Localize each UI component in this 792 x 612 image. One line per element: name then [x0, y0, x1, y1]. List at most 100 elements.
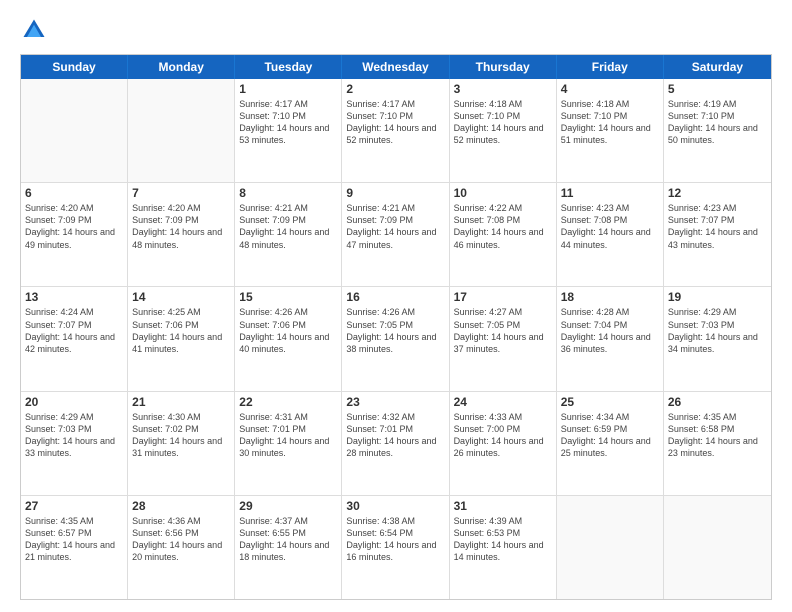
calendar-cell-day-28: 28Sunrise: 4:36 AM Sunset: 6:56 PM Dayli… — [128, 496, 235, 599]
cell-info: Sunrise: 4:32 AM Sunset: 7:01 PM Dayligh… — [346, 411, 444, 460]
day-number: 12 — [668, 186, 767, 200]
cell-info: Sunrise: 4:26 AM Sunset: 7:06 PM Dayligh… — [239, 306, 337, 355]
calendar-row-5: 27Sunrise: 4:35 AM Sunset: 6:57 PM Dayli… — [21, 495, 771, 599]
cell-info: Sunrise: 4:21 AM Sunset: 7:09 PM Dayligh… — [239, 202, 337, 251]
day-number: 25 — [561, 395, 659, 409]
calendar-cell-day-30: 30 Sunrise: 4:38 AM Sunset: 6:54 PM Dayli… — [342, 496, 449, 599]
calendar-cell-day-18: 18 Sunrise: 4:28 AM Sunset: 7:04 PM Dayli… — [557, 287, 664, 390]
day-number: 20 — [25, 395, 123, 409]
cell-info: Sunrise: 4:17 AM Sunset: 7:10 PM Dayligh… — [346, 98, 444, 147]
calendar-cell-day-23: 23 Sunrise: 4:32 AM Sunset: 7:01 PM Dayli… — [342, 392, 449, 495]
header — [20, 16, 772, 44]
day-number: 7 — [132, 186, 230, 200]
calendar-cell-empty — [557, 496, 664, 599]
cell-info: Sunrise: 4:29 AM Sunset: 7:03 PM Dayligh… — [25, 411, 123, 460]
calendar-cell-day-19: 19 Sunrise: 4:29 AM Sunset: 7:03 PM Dayli… — [664, 287, 771, 390]
weekday-header-monday: Monday — [128, 55, 235, 79]
calendar-cell-empty — [664, 496, 771, 599]
calendar-cell-day-21: 21 Sunrise: 4:30 AM Sunset: 7:02 PM Dayli… — [128, 392, 235, 495]
calendar-cell-day-29: 29Sunrise: 4:37 AM Sunset: 6:55 PM Dayli… — [235, 496, 342, 599]
calendar-row-4: 20 Sunrise: 4:29 AM Sunset: 7:03 PM Dayli… — [21, 391, 771, 495]
cell-info: Sunrise: 4:25 AM Sunset: 7:06 PM Dayligh… — [132, 306, 230, 355]
cell-info: Sunrise: 4:18 AM Sunset: 7:10 PM Dayligh… — [561, 98, 659, 147]
cell-info: Sunrise: 4:31 AM Sunset: 7:01 PM Dayligh… — [239, 411, 337, 460]
cell-info: Sunrise: 4:37 AM Sunset: 6:55 PM Dayligh… — [239, 515, 337, 564]
calendar-cell-day-4: 4 Sunrise: 4:18 AM Sunset: 7:10 PM Daylig… — [557, 79, 664, 182]
weekday-header-saturday: Saturday — [664, 55, 771, 79]
day-number: 8 — [239, 186, 337, 200]
day-number: 19 — [668, 290, 767, 304]
calendar-cell-day-2: 2 Sunrise: 4:17 AM Sunset: 7:10 PM Daylig… — [342, 79, 449, 182]
day-number: 9 — [346, 186, 444, 200]
calendar-cell-day-14: 14Sunrise: 4:25 AM Sunset: 7:06 PM Dayli… — [128, 287, 235, 390]
calendar-cell-day-20: 20 Sunrise: 4:29 AM Sunset: 7:03 PM Dayli… — [21, 392, 128, 495]
cell-info: Sunrise: 4:24 AM Sunset: 7:07 PM Dayligh… — [25, 306, 123, 355]
cell-info: Sunrise: 4:38 AM Sunset: 6:54 PM Dayligh… — [346, 515, 444, 564]
calendar-cell-day-7: 7 Sunrise: 4:20 AM Sunset: 7:09 PM Daylig… — [128, 183, 235, 286]
calendar-header: SundayMondayTuesdayWednesdayThursdayFrid… — [21, 55, 771, 79]
cell-info: Sunrise: 4:22 AM Sunset: 7:08 PM Dayligh… — [454, 202, 552, 251]
calendar-cell-day-31: 31 Sunrise: 4:39 AM Sunset: 6:53 PM Dayli… — [450, 496, 557, 599]
cell-info: Sunrise: 4:27 AM Sunset: 7:05 PM Dayligh… — [454, 306, 552, 355]
calendar-cell-day-26: 26Sunrise: 4:35 AM Sunset: 6:58 PM Dayli… — [664, 392, 771, 495]
day-number: 4 — [561, 82, 659, 96]
cell-info: Sunrise: 4:30 AM Sunset: 7:02 PM Dayligh… — [132, 411, 230, 460]
calendar-cell-day-15: 15 Sunrise: 4:26 AM Sunset: 7:06 PM Dayli… — [235, 287, 342, 390]
day-number: 1 — [239, 82, 337, 96]
calendar-cell-day-24: 24 Sunrise: 4:33 AM Sunset: 7:00 PM Dayli… — [450, 392, 557, 495]
day-number: 28 — [132, 499, 230, 513]
weekday-header-thursday: Thursday — [450, 55, 557, 79]
day-number: 16 — [346, 290, 444, 304]
day-number: 31 — [454, 499, 552, 513]
day-number: 10 — [454, 186, 552, 200]
day-number: 23 — [346, 395, 444, 409]
day-number: 5 — [668, 82, 767, 96]
weekday-header-friday: Friday — [557, 55, 664, 79]
day-number: 26 — [668, 395, 767, 409]
day-number: 24 — [454, 395, 552, 409]
calendar-cell-day-16: 16Sunrise: 4:26 AM Sunset: 7:05 PM Dayli… — [342, 287, 449, 390]
cell-info: Sunrise: 4:39 AM Sunset: 6:53 PM Dayligh… — [454, 515, 552, 564]
calendar-cell-day-25: 25 Sunrise: 4:34 AM Sunset: 6:59 PM Dayli… — [557, 392, 664, 495]
cell-info: Sunrise: 4:33 AM Sunset: 7:00 PM Dayligh… — [454, 411, 552, 460]
day-number: 13 — [25, 290, 123, 304]
calendar-cell-day-11: 11Sunrise: 4:23 AM Sunset: 7:08 PM Dayli… — [557, 183, 664, 286]
calendar-cell-day-22: 22Sunrise: 4:31 AM Sunset: 7:01 PM Dayli… — [235, 392, 342, 495]
calendar-cell-empty — [21, 79, 128, 182]
cell-info: Sunrise: 4:18 AM Sunset: 7:10 PM Dayligh… — [454, 98, 552, 147]
calendar-row-3: 13 Sunrise: 4:24 AM Sunset: 7:07 PM Dayli… — [21, 286, 771, 390]
calendar-cell-day-6: 6Sunrise: 4:20 AM Sunset: 7:09 PM Daylig… — [21, 183, 128, 286]
day-number: 27 — [25, 499, 123, 513]
day-number: 2 — [346, 82, 444, 96]
page: SundayMondayTuesdayWednesdayThursdayFrid… — [0, 0, 792, 612]
calendar-row-2: 6 Sunrise: 4:20 AM Sunset: 7:09 PM Daylig… — [21, 182, 771, 286]
calendar-cell-day-1: 1 Sunrise: 4:17 AM Sunset: 7:10 PM Daylig… — [235, 79, 342, 182]
calendar-cell-empty — [128, 79, 235, 182]
weekday-header-sunday: Sunday — [21, 55, 128, 79]
calendar-cell-day-9: 9Sunrise: 4:21 AM Sunset: 7:09 PM Daylig… — [342, 183, 449, 286]
calendar-cell-day-27: 27Sunrise: 4:35 AM Sunset: 6:57 PM Dayli… — [21, 496, 128, 599]
calendar-cell-day-10: 10 Sunrise: 4:22 AM Sunset: 7:08 PM Dayli… — [450, 183, 557, 286]
calendar-body: 1 Sunrise: 4:17 AM Sunset: 7:10 PM Daylig… — [21, 79, 771, 599]
cell-info: Sunrise: 4:28 AM Sunset: 7:04 PM Dayligh… — [561, 306, 659, 355]
cell-info: Sunrise: 4:34 AM Sunset: 6:59 PM Dayligh… — [561, 411, 659, 460]
calendar-cell-day-8: 8 Sunrise: 4:21 AM Sunset: 7:09 PM Daylig… — [235, 183, 342, 286]
logo — [20, 16, 52, 44]
day-number: 18 — [561, 290, 659, 304]
calendar: SundayMondayTuesdayWednesdayThursdayFrid… — [20, 54, 772, 600]
calendar-cell-day-12: 12 Sunrise: 4:23 AM Sunset: 7:07 PM Dayli… — [664, 183, 771, 286]
day-number: 30 — [346, 499, 444, 513]
cell-info: Sunrise: 4:17 AM Sunset: 7:10 PM Dayligh… — [239, 98, 337, 147]
cell-info: Sunrise: 4:23 AM Sunset: 7:07 PM Dayligh… — [668, 202, 767, 251]
day-number: 3 — [454, 82, 552, 96]
cell-info: Sunrise: 4:20 AM Sunset: 7:09 PM Dayligh… — [132, 202, 230, 251]
calendar-row-1: 1 Sunrise: 4:17 AM Sunset: 7:10 PM Daylig… — [21, 79, 771, 182]
day-number: 6 — [25, 186, 123, 200]
calendar-cell-day-5: 5Sunrise: 4:19 AM Sunset: 7:10 PM Daylig… — [664, 79, 771, 182]
logo-icon — [20, 16, 48, 44]
day-number: 21 — [132, 395, 230, 409]
day-number: 15 — [239, 290, 337, 304]
cell-info: Sunrise: 4:29 AM Sunset: 7:03 PM Dayligh… — [668, 306, 767, 355]
cell-info: Sunrise: 4:23 AM Sunset: 7:08 PM Dayligh… — [561, 202, 659, 251]
weekday-header-wednesday: Wednesday — [342, 55, 449, 79]
